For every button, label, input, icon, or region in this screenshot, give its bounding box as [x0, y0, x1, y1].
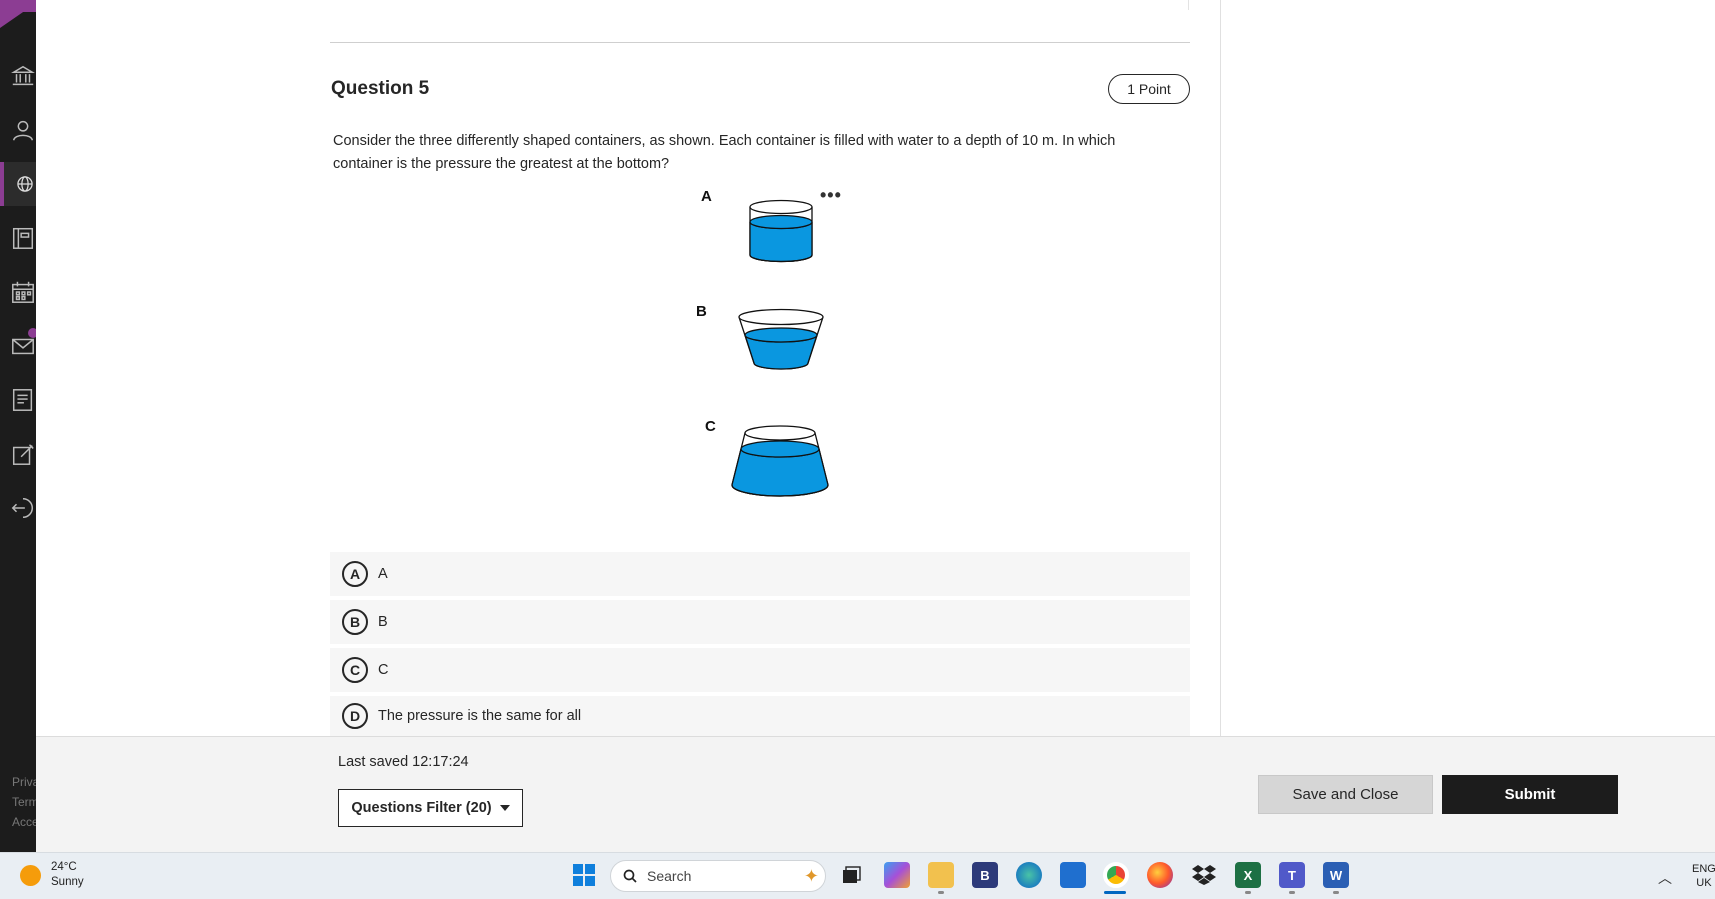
left-nav-sidebar: Priva Term Acce: [0, 0, 52, 852]
containers-figure: [731, 199, 829, 497]
teams-icon[interactable]: T: [1279, 862, 1305, 888]
word-icon[interactable]: W: [1323, 862, 1349, 888]
dropbox-icon[interactable]: [1191, 862, 1217, 888]
questions-filter-label: Questions Filter (20): [351, 800, 492, 816]
search-icon: [623, 869, 637, 883]
institution-icon[interactable]: [0, 54, 36, 98]
option-text-a[interactable]: A: [378, 566, 388, 582]
excel-icon[interactable]: X: [1235, 862, 1261, 888]
weather-widget[interactable]: 24°C Sunny: [20, 860, 84, 890]
profile-icon[interactable]: [0, 108, 36, 152]
option-text-d[interactable]: The pressure is the same for all: [378, 708, 581, 724]
weather-desc: Sunny: [51, 876, 84, 888]
firefox-browser-icon[interactable]: [1147, 862, 1173, 888]
chrome-browser-icon[interactable]: [1103, 862, 1129, 888]
privacy-link[interactable]: Priva: [12, 772, 36, 792]
taskbar-search-input[interactable]: Search ✦: [610, 860, 826, 892]
calendar-icon[interactable]: [0, 270, 36, 314]
option-letter-c[interactable]: C: [342, 657, 368, 683]
blackboard-app-icon[interactable]: B: [972, 862, 998, 888]
language-code: ENG: [1692, 863, 1715, 875]
tools-icon[interactable]: [0, 432, 36, 476]
grades-icon[interactable]: [0, 378, 36, 422]
option-letter-b[interactable]: B: [342, 609, 368, 635]
option-letter-a[interactable]: A: [342, 561, 368, 587]
question-separator: [330, 42, 1190, 43]
option-text-c[interactable]: C: [378, 662, 388, 678]
excel-running-indicator: [1245, 891, 1251, 894]
chrome-active-indicator: [1104, 891, 1126, 894]
question-title: Question 5: [331, 78, 430, 99]
figure-label-a: A: [701, 188, 712, 205]
teams-running-indicator: [1289, 891, 1295, 894]
microsoft-store-icon[interactable]: [1060, 862, 1086, 888]
search-highlight-icon: ✦: [803, 865, 819, 886]
option-letter-d[interactable]: D: [342, 703, 368, 729]
language-region: UK: [1696, 877, 1712, 889]
answer-option-c[interactable]: C C: [330, 648, 1190, 692]
points-badge: 1 Point: [1108, 74, 1190, 104]
file-explorer-icon[interactable]: [928, 862, 954, 888]
figure-label-c: C: [705, 418, 716, 435]
submit-button[interactable]: Submit: [1442, 775, 1618, 814]
container-a: [749, 199, 813, 263]
right-panel-divider: [1220, 0, 1221, 736]
language-indicator[interactable]: ENG UK: [1692, 862, 1715, 890]
terms-link[interactable]: Term: [12, 792, 36, 812]
weather-temp: 24°C: [51, 861, 77, 873]
question-text: Consider the three differently shaped co…: [333, 133, 1116, 172]
sun-icon: [20, 864, 41, 886]
accessibility-link[interactable]: Acce: [12, 812, 36, 832]
answer-option-d[interactable]: D The pressure is the same for all: [330, 696, 1190, 736]
sidebar-footer-links: Priva Term Acce: [12, 772, 36, 832]
task-view-icon[interactable]: [838, 862, 864, 888]
caret-down-icon: [499, 805, 510, 811]
answer-option-a[interactable]: A A: [330, 552, 1190, 596]
previous-question-edge: [1188, 0, 1189, 10]
edge-browser-icon[interactable]: [1016, 862, 1042, 888]
answer-option-b[interactable]: B B: [330, 600, 1190, 644]
courses-icon[interactable]: [0, 216, 36, 260]
questions-filter-dropdown[interactable]: Questions Filter (20): [338, 789, 523, 827]
word-running-indicator: [1333, 891, 1339, 894]
file-explorer-running-indicator: [938, 891, 944, 894]
copilot-icon[interactable]: [884, 862, 910, 888]
sign-out-icon[interactable]: [0, 486, 36, 530]
container-c: [731, 425, 829, 497]
save-and-close-button[interactable]: Save and Close: [1258, 775, 1433, 814]
windows-start-icon[interactable]: [571, 862, 597, 888]
figure-label-b: B: [696, 303, 707, 320]
chevron-up-icon[interactable]: ︿: [1658, 868, 1672, 888]
container-b: [738, 308, 824, 370]
option-text-b[interactable]: B: [378, 614, 388, 630]
search-placeholder: Search: [647, 868, 692, 884]
last-saved-status: Last saved 12:17:24: [338, 754, 469, 770]
activity-globe-icon[interactable]: [0, 162, 36, 206]
